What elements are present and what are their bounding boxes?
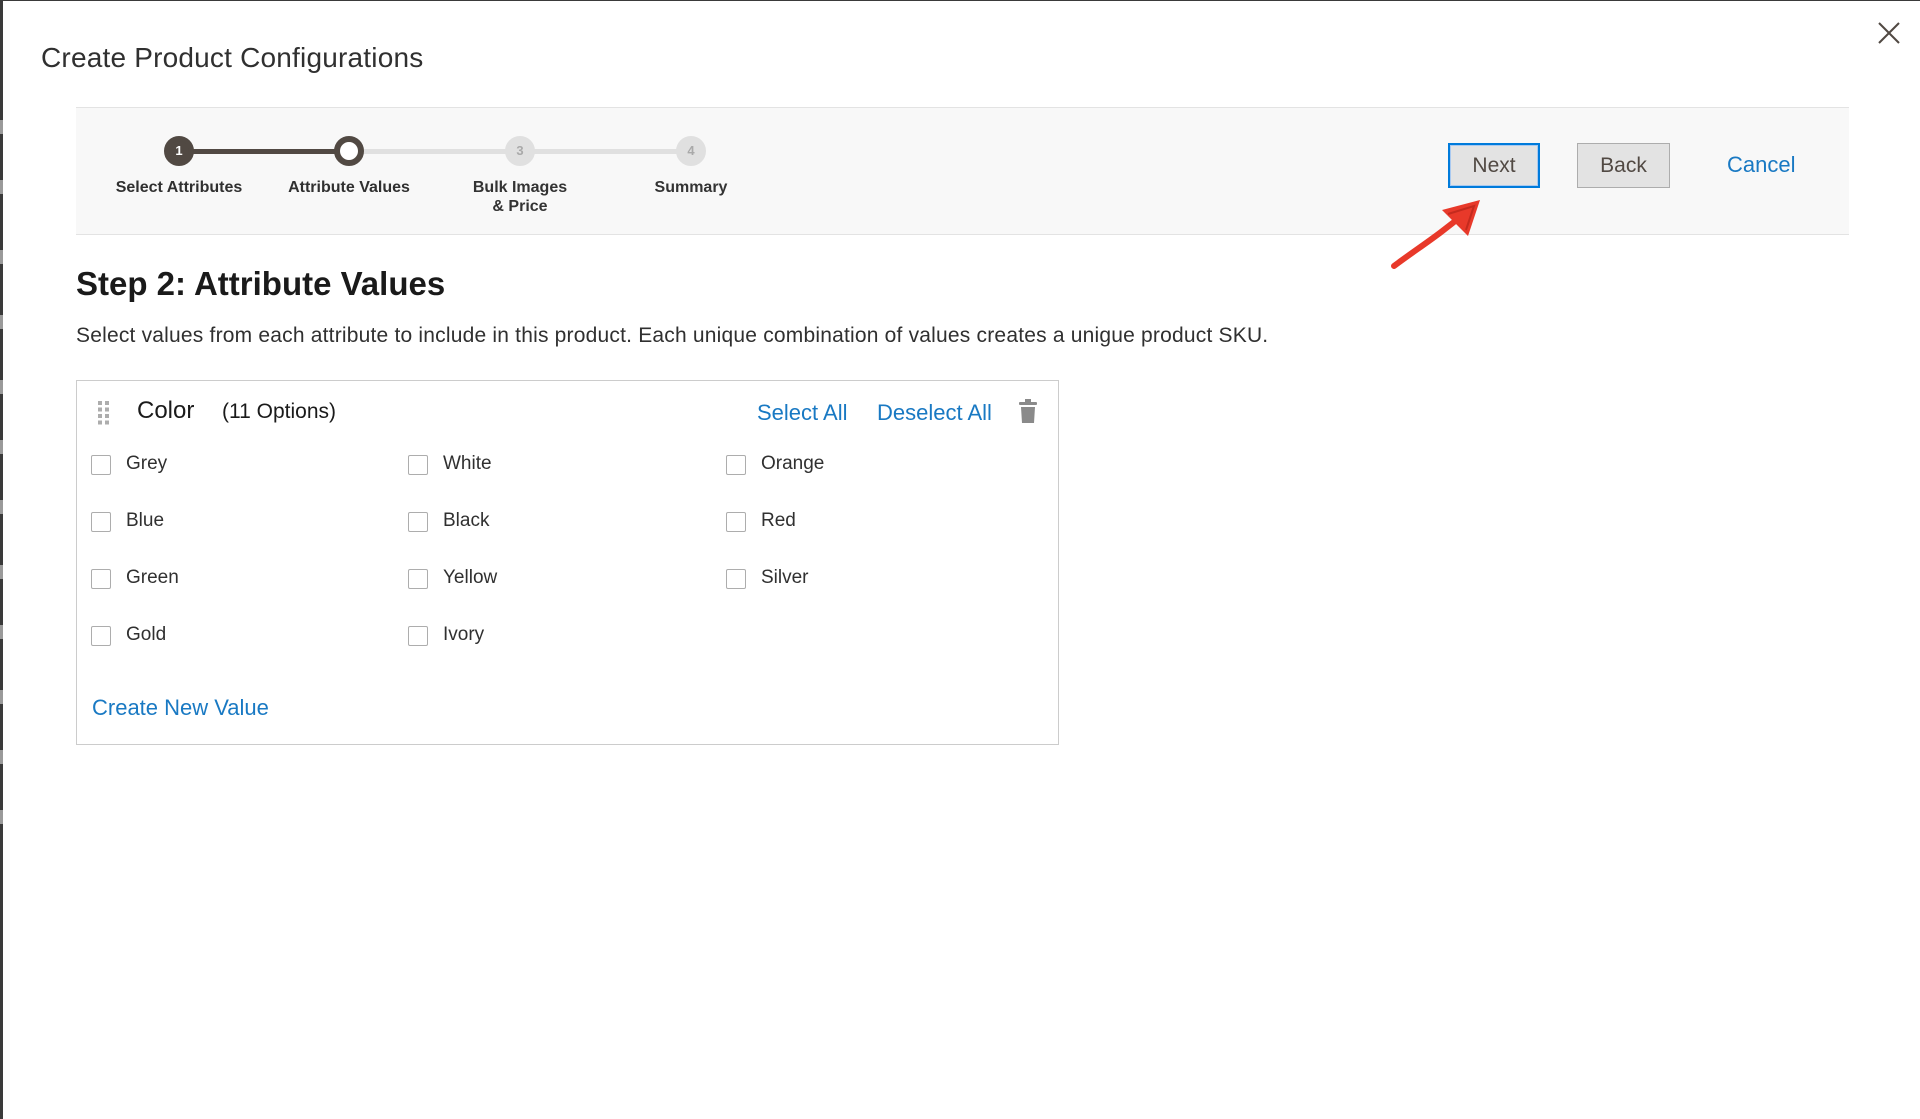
option-checkbox[interactable] [408,455,428,475]
option-label: Grey [126,453,168,474]
select-all-link[interactable]: Select All [757,400,848,426]
deselect-all-link[interactable]: Deselect All [877,400,992,426]
option-label: Gold [126,624,167,645]
wizard-step-bulk-images-price: 3 Bulk Images & Price [435,108,605,236]
background-edge [0,0,3,1119]
attribute-values-panel: Color (11 Options) Select All Deselect A… [76,380,1059,745]
step-heading: Step 2: Attribute Values [76,265,446,302]
annotation-arrow-icon [1391,200,1480,269]
step-label: Attribute Values [288,179,410,196]
option-checkbox[interactable] [91,626,111,646]
option-checkbox[interactable] [91,455,111,475]
option-checkbox[interactable] [726,512,746,532]
step-label: Bulk Images & Price [472,179,568,215]
modal-title: Create Product Configurations [41,42,424,73]
step-label: Select Attributes [115,179,243,196]
option-label: Orange [761,453,825,474]
step-description: Select values from each attribute to inc… [76,324,1269,347]
attribute-name: Color [137,397,195,424]
option-checkbox[interactable] [408,626,428,646]
wizard-steps: 1 Select Attributes Attribute Values 3 B… [76,108,776,236]
wizard-step-select-attributes[interactable]: 1 Select Attributes [94,108,264,236]
option-label: Ivory [443,624,485,645]
step-indicator-todo: 3 [505,136,535,166]
option-label: Green [126,567,179,588]
back-button[interactable]: Back [1577,143,1670,188]
option-label: Red [761,510,796,531]
attribute-option-count: (11 Options) [222,400,336,423]
option-label: White [443,453,492,474]
next-button[interactable]: Next [1448,143,1540,188]
close-icon[interactable] [1876,20,1902,46]
option-checkbox[interactable] [726,569,746,589]
option-label: Black [443,510,490,531]
create-new-value-link[interactable]: Create New Value [92,695,269,721]
drag-handle-icon[interactable] [97,401,111,425]
option-checkbox[interactable] [408,512,428,532]
trash-icon[interactable] [1019,398,1037,424]
option-label: Blue [126,510,165,531]
option-label: Silver [761,567,809,588]
option-label: Yellow [443,567,498,588]
cancel-link[interactable]: Cancel [1727,152,1795,178]
option-checkbox[interactable] [726,455,746,475]
wizard-step-summary: 4 Summary [606,108,776,236]
step-indicator-active [334,136,364,166]
option-checkbox[interactable] [91,569,111,589]
step-label: Summary [654,179,728,196]
window-top-border [0,0,1920,1]
option-checkbox[interactable] [91,512,111,532]
step-indicator-todo: 4 [676,136,706,166]
option-checkbox[interactable] [408,569,428,589]
wizard-step-attribute-values[interactable]: Attribute Values [264,108,434,236]
step-indicator-done: 1 [164,136,194,166]
